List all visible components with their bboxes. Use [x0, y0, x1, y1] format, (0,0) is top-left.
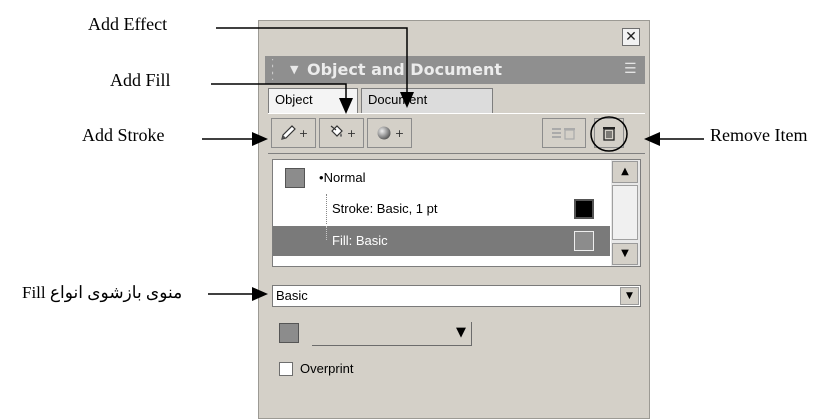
arrowhead: [252, 287, 268, 301]
arrowhead: [400, 92, 414, 108]
remove-item-highlight: [590, 116, 628, 152]
arrowhead: [644, 132, 660, 146]
callout-arrows: [202, 27, 704, 301]
arrowhead: [252, 132, 268, 146]
arrowhead: [339, 98, 353, 114]
add-fill-leader: [211, 83, 347, 99]
